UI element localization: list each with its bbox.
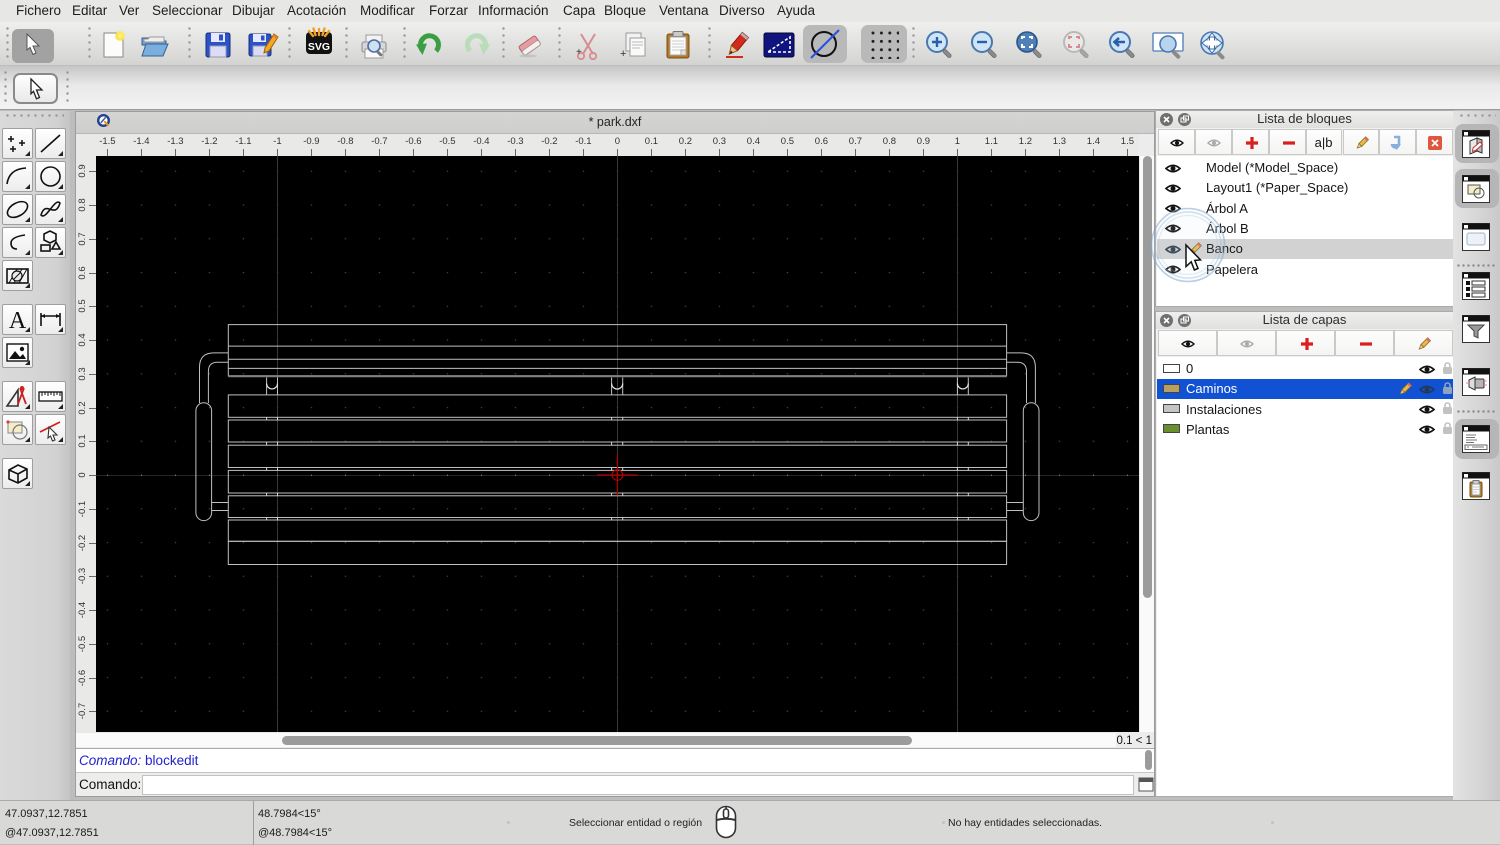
svg-text:+: + [620,48,626,60]
svg-text:SVG: SVG [308,41,330,53]
svg-text:+: + [576,47,582,58]
